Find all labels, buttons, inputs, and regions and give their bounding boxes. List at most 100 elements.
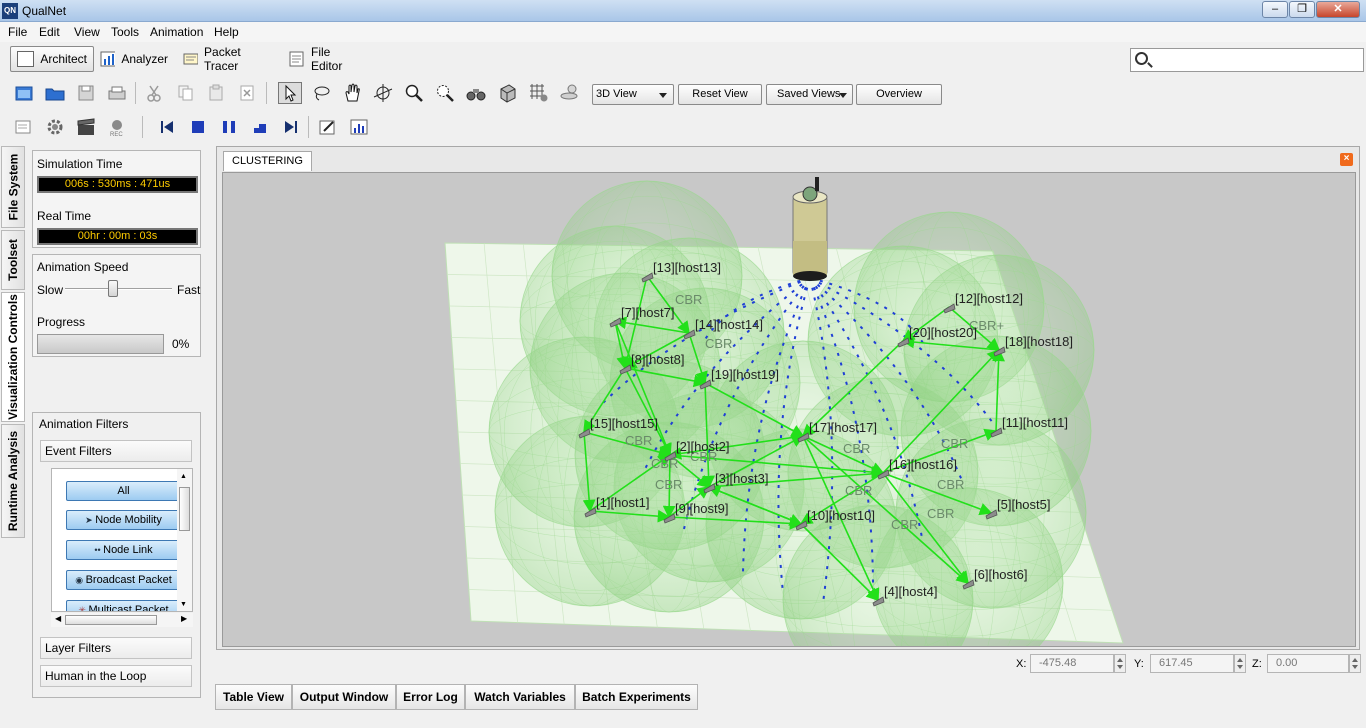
tab-file-system[interactable]: File System [1,146,25,228]
search-input[interactable] [1153,51,1358,69]
x-spinner[interactable] [1114,654,1126,673]
menu-view[interactable]: View [74,25,100,39]
event-filters-header[interactable]: Event Filters [40,440,192,462]
animation-speed-slider-thumb[interactable] [108,280,119,297]
packet-tracer-label: Packet Tracer [204,45,241,73]
scenario-properties-icon[interactable] [12,116,36,138]
tab-runtime-analysis[interactable]: Runtime Analysis [1,424,25,538]
new-scenario-icon[interactable] [12,82,36,104]
scenario-panel: CLUSTERING × CBR CBR CBR CBR CBR CBR CBR… [216,146,1360,650]
binoculars-icon[interactable] [464,82,488,104]
save-icon[interactable] [74,82,98,104]
search-box[interactable] [1130,48,1364,72]
tab-output-window[interactable]: Output Window [292,684,396,710]
y-spinner[interactable] [1234,654,1246,673]
stats-chart-icon[interactable] [347,116,371,138]
copy-icon[interactable] [173,82,197,104]
z-coordinate-field[interactable]: 0.00 [1267,654,1349,673]
layers-icon[interactable] [558,82,582,104]
architect-mode-button[interactable]: Architect [10,46,94,72]
animation-speed-slider[interactable] [65,288,172,290]
cbr-label: CBR [655,477,682,492]
select-pointer-icon[interactable] [278,82,302,104]
menu-help[interactable]: Help [214,25,239,39]
filter-broadcast-packet-button[interactable]: ◉ Broadcast Packet [66,570,181,590]
animation-filters-group: Animation Filters Event Filters All ➤ No… [32,412,201,698]
menu-file[interactable]: File [8,25,27,39]
y-coordinate-field[interactable]: 617.45 [1150,654,1234,673]
scroll-right-icon[interactable]: ▶ [181,614,187,623]
svg-text:REC: REC [110,132,123,137]
print-icon[interactable] [105,82,129,104]
pause-icon[interactable] [217,116,241,138]
delete-icon[interactable] [235,82,259,104]
filter-node-link-button[interactable]: •• Node Link [66,540,181,560]
file-editor-mode-button[interactable]: File Editor [282,45,368,73]
menu-tools[interactable]: Tools [111,25,139,39]
scroll-down-icon[interactable]: ▼ [180,601,187,608]
step-icon[interactable] [248,116,272,138]
filter-multicast-packet-button[interactable]: ✳ Multicast Packet [66,600,181,611]
analyzer-mode-button[interactable]: Analyzer [94,46,174,72]
skip-to-end-icon[interactable] [279,116,303,138]
main-toolbar: 3D View Reset View Saved Views Overview [0,76,1366,110]
saved-views-button[interactable]: Saved Views [766,84,853,105]
hscrollbar-thumb[interactable] [65,615,157,625]
tab-watch-variables[interactable]: Watch Variables [465,684,575,710]
toolbar-separator [266,82,267,104]
stop-icon[interactable] [186,116,210,138]
pan-hand-icon[interactable] [340,82,364,104]
tab-error-log[interactable]: Error Log [396,684,465,710]
network-scene[interactable]: CBRCBRCBRCBR CBRCBR CBRCBRCBRCBRCBRCBRCBR+… [223,173,1356,647]
lasso-icon[interactable] [309,82,333,104]
zoom-region-icon[interactable] [433,82,457,104]
scrollbar-thumb[interactable] [179,487,190,531]
rotate-axes-icon[interactable] [371,82,395,104]
filter-list-scrollbar[interactable]: ▲ ▼ [177,469,192,611]
paste-icon[interactable] [204,82,228,104]
cbr-label: CBR [705,336,732,351]
tab-toolset[interactable]: Toolset [1,230,25,290]
filter-node-mobility-button[interactable]: ➤ Node Mobility [66,510,181,530]
maximize-button[interactable]: ❐ [1289,1,1315,18]
menu-animation[interactable]: Animation [150,25,203,39]
x-coordinate-field[interactable]: -475.48 [1030,654,1114,673]
clapperboard-icon[interactable] [74,116,98,138]
node-label: [14][host14] [695,317,763,332]
tab-batch-experiments[interactable]: Batch Experiments [575,684,698,710]
cbr-label: CBR [843,441,870,456]
scroll-left-icon[interactable]: ◀ [55,614,61,623]
close-button[interactable]: ✕ [1316,1,1360,18]
layer-filters-header[interactable]: Layer Filters [40,637,192,659]
packet-tracer-mode-button[interactable]: Packet Tracer [176,45,276,73]
cut-icon[interactable] [142,82,166,104]
filter-all-button[interactable]: All [66,481,181,501]
node-label: [4][host4] [884,584,937,599]
z-spinner[interactable] [1349,654,1361,673]
minimize-button[interactable]: – [1262,1,1288,18]
reset-view-button[interactable]: Reset View [678,84,762,105]
view-mode-select[interactable]: 3D View [592,84,674,105]
gear-icon[interactable] [43,116,67,138]
human-in-the-loop-header[interactable]: Human in the Loop [40,665,192,687]
zoom-icon[interactable] [402,82,426,104]
overview-button[interactable]: Overview [856,84,942,105]
filter-list-hscrollbar[interactable]: ◀ ▶ [51,613,193,627]
skip-to-start-icon[interactable] [155,116,179,138]
3d-scene-canvas[interactable]: CBR CBR CBR CBR CBR CBR CBR CBR CBR CBR CBR CBR CBR+… [222,172,1356,647]
edit-annotation-icon[interactable] [316,116,340,138]
node-label: [15][host15] [590,416,658,431]
tab-table-view[interactable]: Table View [215,684,292,710]
tab-visualization-controls[interactable]: Visualization Controls [1,292,25,422]
search-icon [1135,52,1148,65]
close-scenario-icon[interactable]: × [1340,153,1353,166]
record-icon[interactable]: REC [105,116,129,138]
file-editor-icon [289,51,304,67]
y-label: Y: [1134,658,1144,670]
grid-settings-icon[interactable] [527,82,551,104]
menu-edit[interactable]: Edit [39,25,60,39]
scroll-up-icon[interactable]: ▲ [180,473,187,480]
camera-cube-icon[interactable] [495,82,519,104]
tab-clustering[interactable]: CLUSTERING [223,151,312,171]
open-folder-icon[interactable] [43,82,67,104]
